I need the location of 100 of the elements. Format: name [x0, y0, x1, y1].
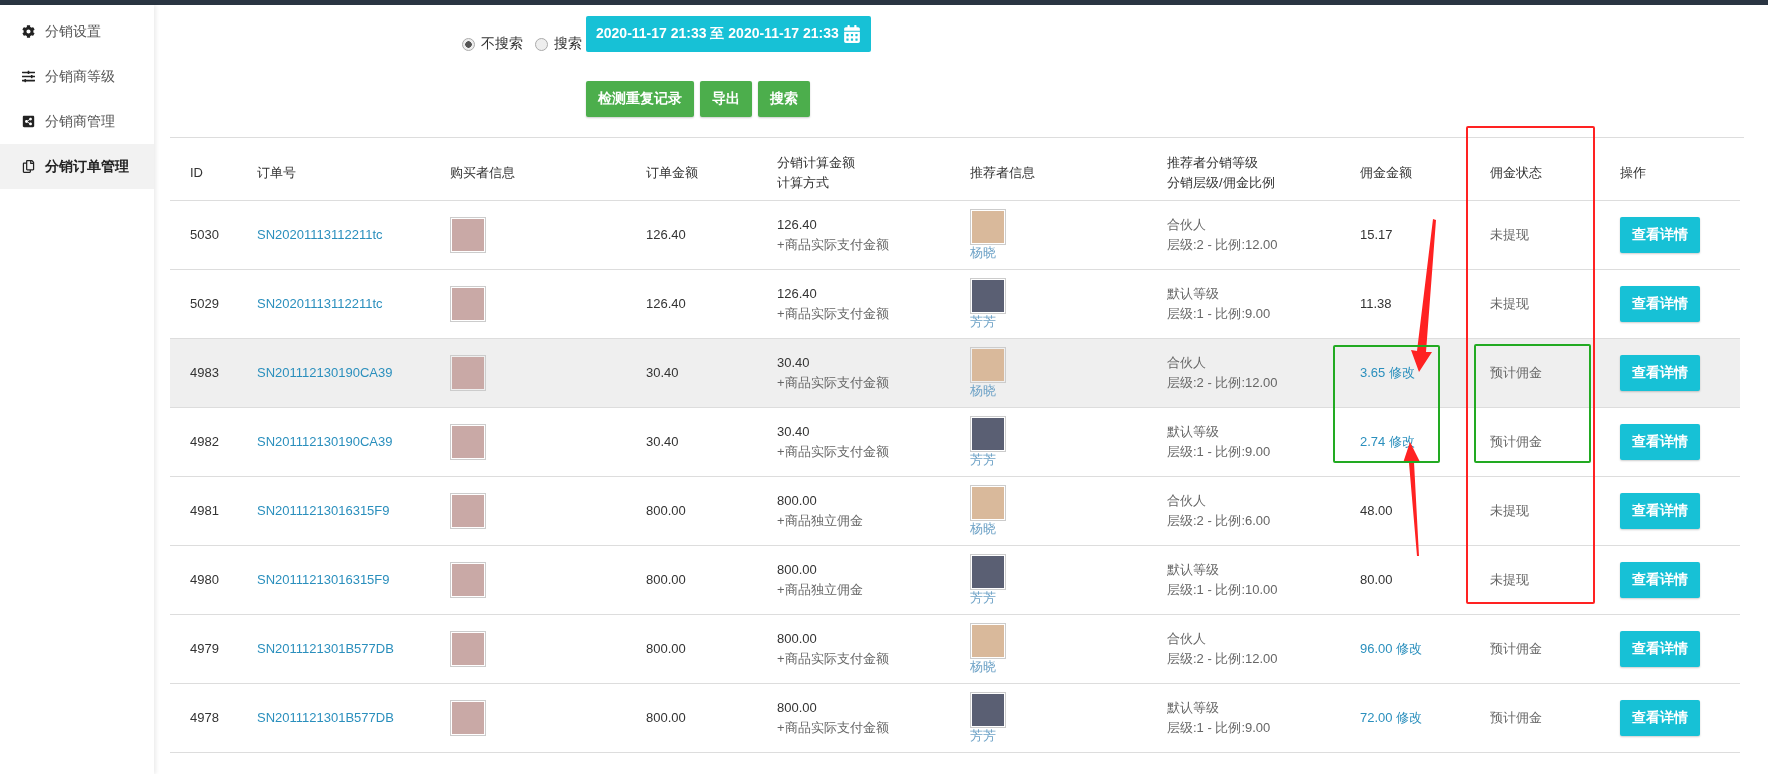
order-link[interactable]: SN2011121301B577DB [257, 710, 394, 725]
table-cell: 4979 [190, 641, 219, 656]
status-text: 未提现 [1490, 227, 1529, 242]
copy-icon [22, 160, 35, 173]
table-cell: 126.40 [646, 227, 686, 242]
column-header: 分销层级/佣金比例 [1167, 174, 1276, 192]
date-range-button[interactable]: 2020-11-17 21:33 至 2020-11-17 21:33 [586, 16, 871, 52]
commission-amount: 15.17 [1360, 227, 1393, 242]
detail-button[interactable]: 查看详情 [1620, 562, 1700, 598]
photo-placeholder [450, 631, 486, 667]
calc-method: +商品实际支付金额 [777, 374, 890, 392]
commission-amount: 48.00 [1360, 503, 1393, 518]
commission-edit-link[interactable]: 72.00 修改 [1360, 710, 1423, 725]
photo-placeholder [970, 209, 1006, 245]
status-text: 未提现 [1490, 296, 1529, 311]
level-name: 合伙人 [1167, 354, 1207, 372]
table-cell: 4981 [190, 503, 219, 518]
photo-placeholder [970, 692, 1006, 728]
status-text: 预计佣金 [1490, 365, 1542, 380]
referrer-name[interactable]: 杨晓 [970, 245, 1147, 261]
table-cell: 800.00 [646, 641, 686, 656]
photo-placeholder [970, 485, 1006, 521]
column-header: 订单号 [257, 164, 297, 182]
sidebar-item[interactable]: 分销订单管理 [0, 144, 154, 189]
status-text: 未提现 [1490, 572, 1529, 587]
action-button[interactable]: 检测重复记录 [586, 80, 694, 117]
detail-button[interactable]: 查看详情 [1620, 493, 1700, 529]
radio-label: 搜索 [554, 35, 582, 54]
column-header: 佣金金额 [1360, 164, 1413, 182]
detail-button[interactable]: 查看详情 [1620, 355, 1700, 391]
calc-amount: 800.00 [777, 699, 818, 717]
detail-button[interactable]: 查看详情 [1620, 424, 1700, 460]
level-detail: 层级:2 - 比例:6.00 [1167, 512, 1272, 530]
table-cell: 5029 [190, 296, 219, 311]
table-cell: 800.00 [646, 572, 686, 587]
sliders-icon [22, 70, 35, 83]
column-header: 购买者信息 [450, 164, 516, 182]
status-text: 未提现 [1490, 503, 1529, 518]
column-header: 计算方式 [777, 174, 830, 192]
table-cell: 4983 [190, 365, 219, 380]
order-link[interactable]: SN2011121301B577DB [257, 641, 394, 656]
photo-placeholder [450, 355, 486, 391]
radio-button[interactable] [535, 37, 548, 51]
photo-placeholder [970, 278, 1006, 314]
table-cell: 4982 [190, 434, 219, 449]
calc-amount: 126.40 [777, 216, 818, 234]
referrer-name[interactable]: 芳芳 [970, 590, 1147, 606]
calc-amount: 30.40 [777, 354, 811, 372]
order-link[interactable]: SN20201113112211tc [257, 227, 383, 242]
commission-edit-link[interactable]: 96.00 修改 [1360, 641, 1423, 656]
table-cell: 4978 [190, 710, 219, 725]
level-name: 合伙人 [1167, 630, 1207, 648]
level-name: 默认等级 [1167, 699, 1220, 717]
calc-method: +商品独立佣金 [777, 512, 864, 530]
sidebar-item[interactable]: 分销商管理 [0, 99, 154, 144]
calc-method: +商品实际支付金额 [777, 650, 890, 668]
commission-amount: 80.00 [1360, 572, 1393, 587]
level-detail: 层级:2 - 比例:12.00 [1167, 374, 1279, 392]
sidebar-item[interactable]: 分销商等级 [0, 54, 154, 99]
referrer-name[interactable]: 芳芳 [970, 452, 1147, 468]
referrer-name[interactable]: 杨晓 [970, 521, 1147, 537]
radio-button[interactable] [462, 37, 475, 51]
column-header: 操作 [1620, 164, 1647, 182]
level-name: 默认等级 [1167, 561, 1220, 579]
level-detail: 层级:1 - 比例:9.00 [1167, 305, 1272, 323]
order-link[interactable]: SN20111213016315F9 [257, 572, 390, 587]
referrer-name[interactable]: 杨晓 [970, 659, 1147, 675]
level-name: 合伙人 [1167, 216, 1207, 234]
detail-button[interactable]: 查看详情 [1620, 286, 1700, 322]
table-cell: 30.40 [646, 434, 679, 449]
level-name: 默认等级 [1167, 285, 1220, 303]
column-header: 订单金额 [646, 164, 699, 182]
photo-placeholder [970, 623, 1006, 659]
settings-icon [22, 25, 35, 38]
action-button[interactable]: 搜索 [758, 80, 810, 117]
calc-amount: 800.00 [777, 492, 818, 510]
detail-button[interactable]: 查看详情 [1620, 631, 1700, 667]
action-button[interactable]: 导出 [700, 80, 752, 117]
order-link[interactable]: SN20201113112211tc [257, 296, 383, 311]
sidebar-item[interactable]: 分销设置 [0, 9, 154, 54]
calc-method: +商品实际支付金额 [777, 443, 890, 461]
status-text: 预计佣金 [1490, 641, 1542, 656]
order-link[interactable]: SN20111213016315F9 [257, 503, 390, 518]
column-header: 佣金状态 [1490, 164, 1543, 182]
detail-button[interactable]: 查看详情 [1620, 217, 1700, 253]
commission-edit-link[interactable]: 3.65 修改 [1360, 365, 1415, 380]
photo-placeholder [450, 562, 486, 598]
referrer-name[interactable]: 芳芳 [970, 728, 1147, 744]
share-icon [22, 115, 35, 128]
photo-placeholder [450, 286, 486, 322]
calendar-icon [842, 25, 861, 43]
referrer-name[interactable]: 芳芳 [970, 314, 1147, 330]
level-detail: 层级:1 - 比例:9.00 [1167, 719, 1272, 737]
radio-label: 不搜索 [481, 35, 523, 54]
detail-button[interactable]: 查看详情 [1620, 700, 1700, 736]
order-link[interactable]: SN201112130190CA39 [257, 365, 393, 380]
order-link[interactable]: SN201112130190CA39 [257, 434, 393, 449]
photo-placeholder [450, 700, 486, 736]
table-cell: 800.00 [646, 503, 686, 518]
level-detail: 层级:1 - 比例:9.00 [1167, 443, 1272, 461]
